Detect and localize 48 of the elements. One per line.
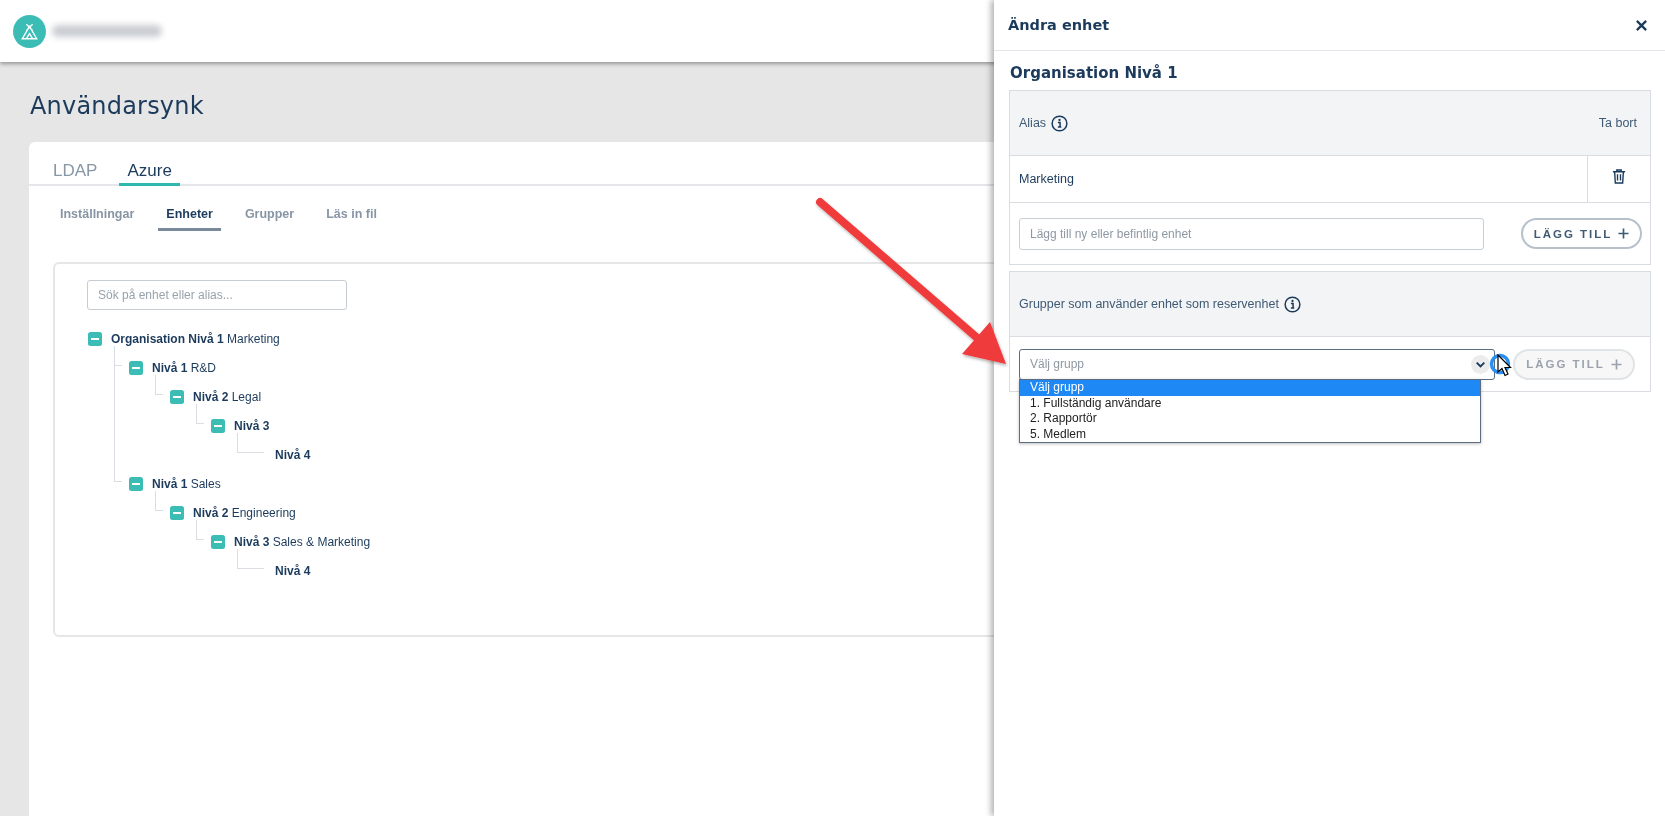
collapse-icon[interactable] (129, 360, 143, 375)
column-header: Ta bort (1598, 116, 1637, 130)
tab[interactable]: Azure (119, 154, 180, 186)
dropdown-option[interactable]: Välj grupp (1020, 380, 1480, 396)
collapse-icon[interactable] (211, 418, 225, 433)
tree-node-label[interactable]: Nivå 1 Sales (152, 476, 221, 491)
chevron-down-icon[interactable] (1471, 354, 1490, 374)
collapse-icon[interactable] (211, 534, 225, 549)
section-heading: Organisation Nivå 1 (1010, 64, 1179, 82)
connector-line (196, 520, 204, 540)
plus-icon (1618, 228, 1630, 239)
tree-node-label[interactable]: Nivå 4 (275, 563, 311, 578)
tree-node-label[interactable]: Organisation Nivå 1 Marketing (111, 331, 280, 346)
mouse-cursor-icon (1497, 354, 1513, 378)
collapse-icon[interactable] (129, 476, 143, 491)
ring-icon (1489, 353, 1511, 375)
section-label: Grupper som använder enhet som reservenhet (1019, 297, 1279, 311)
panel-title: Ändra enhet (1008, 17, 1110, 33)
alias-input[interactable]: Lägg till ny eller befintlig enhet (1019, 217, 1484, 250)
tree-node-label[interactable]: Nivå 3 Sales & Marketing (234, 534, 371, 549)
table-cell-text: Marketing (1018, 171, 1075, 188)
plus-icon (1610, 358, 1622, 370)
collapse-icon[interactable] (170, 389, 184, 404)
info-icon[interactable] (1051, 114, 1069, 132)
page-title: Användarsynk (30, 92, 205, 120)
tree-node-label[interactable]: Nivå 3 (234, 418, 270, 433)
collapse-icon[interactable] (170, 505, 184, 520)
dropdown-option[interactable]: 1. Fullständig användare (1020, 395, 1480, 411)
add-button[interactable]: LÄGG TILL (1521, 218, 1642, 249)
trash-icon[interactable] (1612, 168, 1626, 185)
tree-node-label[interactable]: Nivå 2 Legal (193, 389, 262, 404)
close-icon[interactable] (1635, 18, 1648, 32)
tree-node-label[interactable]: Nivå 1 R&D (152, 360, 217, 375)
connector-line (155, 491, 163, 511)
connector-line (237, 433, 264, 453)
connector-line (237, 549, 264, 569)
column-header: Alias (1019, 116, 1047, 130)
tree-node-label[interactable]: Nivå 2 Engineering (193, 505, 296, 520)
tree-node-label[interactable]: Nivå 4 (275, 447, 311, 462)
info-icon[interactable] (1283, 295, 1301, 313)
dropdown-option[interactable]: 2. Rapportör (1020, 411, 1480, 427)
subtab[interactable]: Enheter (158, 204, 221, 231)
connector-line (196, 404, 204, 424)
connector-line (155, 375, 163, 395)
search-field[interactable]: Sök på enhet eller alias... (87, 280, 347, 310)
collapse-icon[interactable] (88, 331, 102, 346)
logo-icon[interactable] (13, 14, 46, 48)
dropdown-option[interactable]: 5. Medlem (1020, 426, 1480, 442)
